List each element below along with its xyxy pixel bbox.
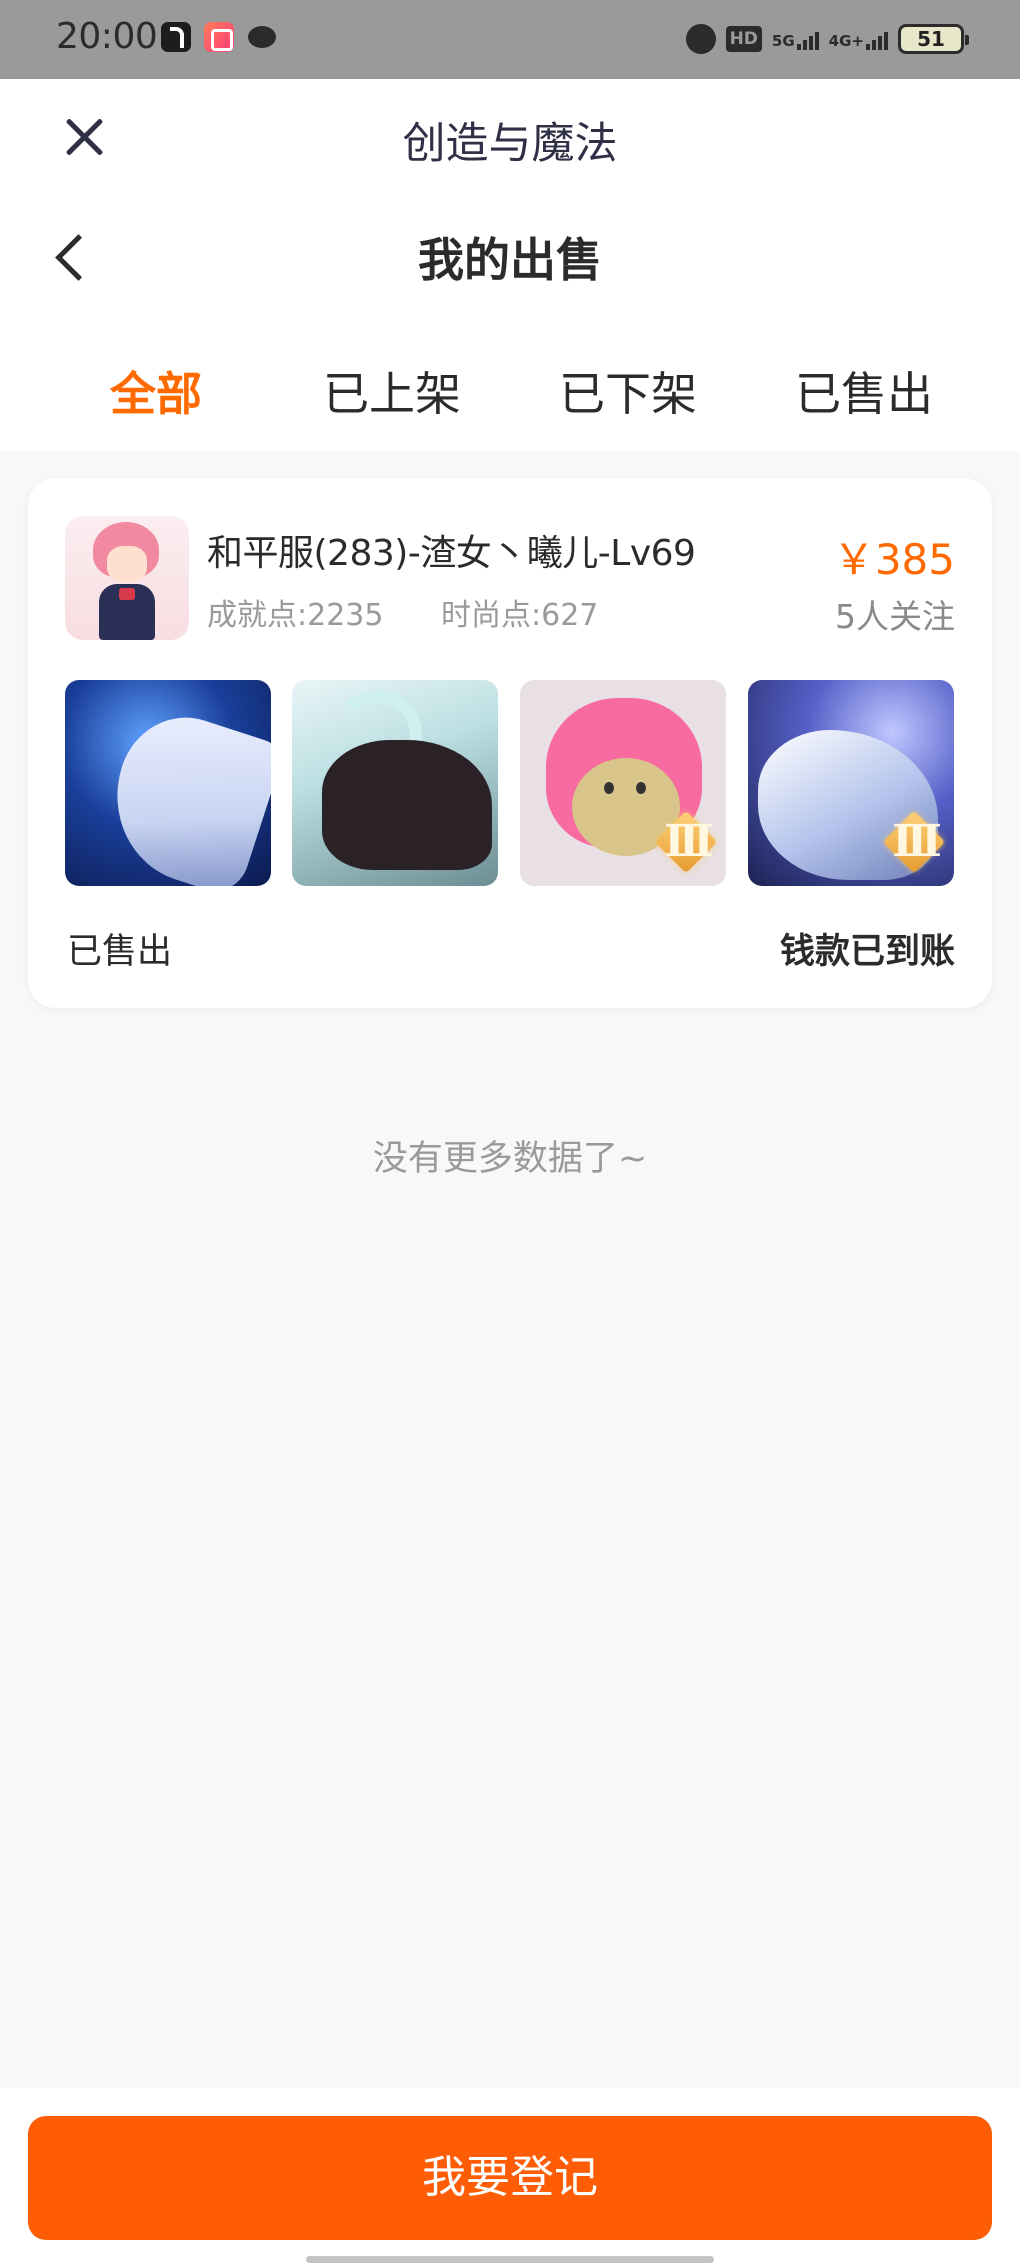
pink-bear-outfit-thumbnail[interactable]: III bbox=[520, 680, 726, 886]
home-indicator[interactable] bbox=[306, 2256, 714, 2263]
order-status: 已售出 bbox=[67, 932, 173, 972]
tier-badge-icon: III bbox=[650, 806, 722, 878]
tab-unlisted[interactable]: 已下架 bbox=[510, 354, 746, 434]
tier-label: III bbox=[892, 816, 942, 867]
signal-4g-icon: 4G+ bbox=[829, 28, 888, 50]
bone-dragon-mount-thumbnail[interactable] bbox=[292, 680, 498, 886]
status-time: 20:00 bbox=[56, 16, 158, 57]
page-title: 我的出售 bbox=[418, 233, 602, 287]
white-tiger-mount-thumbnail[interactable]: III bbox=[748, 680, 954, 886]
header: 创造与魔法 我的出售 全部 已上架 已下架 已售出 bbox=[0, 79, 1020, 451]
achievement-points: 成就点:2235 bbox=[207, 598, 384, 633]
filter-tabs: 全部 已上架 已下架 已售出 bbox=[38, 354, 982, 434]
fashion-points: 时尚点:627 bbox=[441, 598, 599, 633]
blue-fox-mount-thumbnail[interactable] bbox=[65, 680, 271, 886]
tier-label: III bbox=[664, 816, 714, 867]
tier-badge-icon: III bbox=[878, 806, 950, 878]
status-bar: 20:00 HD 5G 4G+ 51 bbox=[0, 0, 1020, 79]
list-end-text: 没有更多数据了~ bbox=[372, 1139, 648, 1179]
follower-count: 5人关注 bbox=[835, 597, 955, 636]
network-4g-label: 4G+ bbox=[828, 32, 864, 50]
item-thumbnails: III III bbox=[65, 680, 955, 886]
network-5g-label: 5G bbox=[771, 32, 795, 50]
register-button[interactable]: 我要登记 bbox=[28, 2116, 992, 2240]
tab-all[interactable]: 全部 bbox=[38, 354, 274, 434]
payment-status: 钱款已到账 bbox=[779, 932, 955, 972]
tiktok-notification-icon bbox=[161, 22, 191, 52]
signal-5g-icon: 5G bbox=[772, 28, 819, 50]
character-avatar bbox=[65, 516, 189, 640]
hd-voice-icon: HD bbox=[725, 26, 762, 52]
item-price: ￥385 bbox=[832, 535, 955, 584]
tab-sold[interactable]: 已售出 bbox=[746, 354, 982, 434]
app-notification-icon bbox=[204, 22, 234, 52]
order-card[interactable]: 和平服(283)-渣女丶曦儿-Lv69 ￥385 成就点:2235 时尚点:62… bbox=[28, 478, 992, 1008]
alarm-icon bbox=[685, 24, 716, 54]
app-title: 创造与魔法 bbox=[402, 119, 618, 169]
tab-listed[interactable]: 已上架 bbox=[274, 354, 510, 434]
item-name: 和平服(283)-渣女丶曦儿-Lv69 bbox=[207, 533, 696, 574]
message-notification-icon bbox=[247, 22, 277, 52]
battery-level: 51 bbox=[917, 27, 945, 51]
status-indicators: HD 5G 4G+ 51 bbox=[685, 22, 969, 56]
battery-icon: 51 bbox=[898, 24, 969, 54]
